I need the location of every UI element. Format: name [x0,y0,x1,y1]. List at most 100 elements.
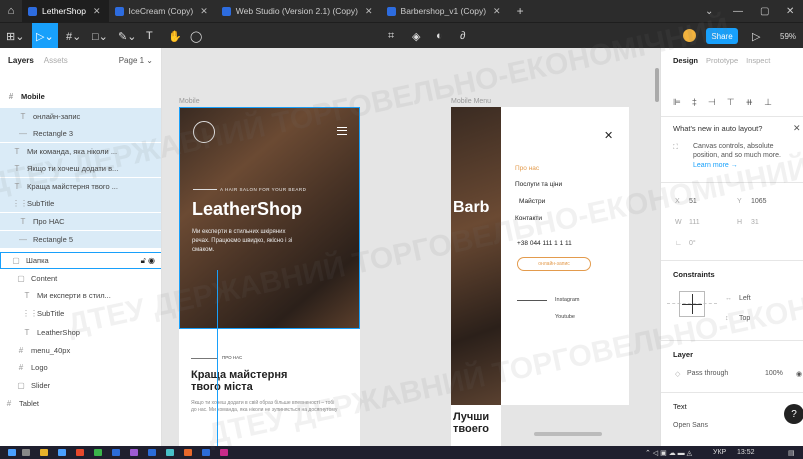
component-icon[interactable]: ⌗ [388,23,394,49]
align-center-icon[interactable]: ‡ [692,97,697,108]
layer-row[interactable]: — Rectangle 3 [0,125,161,142]
new-tab-icon[interactable]: + [509,4,532,18]
tab-layers[interactable]: Layers [8,56,34,65]
clock[interactable]: 13:52 [737,446,755,459]
layer-row[interactable]: T Краща майстерня твого ... [0,178,161,195]
link-icon[interactable]: ∂ [460,23,465,49]
layer-row[interactable]: # menu_40px [0,342,161,359]
figma-icon[interactable] [130,449,138,456]
language-indicator[interactable]: УКР [713,446,726,459]
frame-label[interactable]: Mobile [179,98,200,105]
chrome-icon[interactable] [94,449,102,456]
present-icon[interactable]: ▷ [752,23,760,49]
home-icon[interactable]: ⌂ [0,0,22,22]
section-title[interactable]: Краща майстерня твого міста [191,369,301,393]
align-top-icon[interactable]: ⊤ [727,97,735,108]
close-tab-icon[interactable]: ✕ [93,6,101,17]
mobile-menu-frame[interactable]: Barb ✕ Про нас Послуги та ціни Майстри К… [451,107,629,405]
layer-row[interactable]: ▢ Content [0,270,161,287]
close-tab-icon[interactable]: ✕ [200,6,208,17]
section-text[interactable]: Якщо ти хочеш додати в свій образ більше… [191,400,341,414]
menu-item-services[interactable]: Послуги та ціни [515,181,562,188]
frame-tool-icon[interactable]: #⌄ [66,23,81,49]
frame-label[interactable]: Mobile Menu [451,98,491,105]
app-icon[interactable] [202,449,210,456]
hand-tool-icon[interactable]: ✋ [168,23,182,49]
blend-mode-select[interactable]: Pass through [687,370,728,377]
fill-icon[interactable]: ◐ [436,23,443,49]
social-instagram[interactable]: Instagram [555,297,579,303]
tab-barbershop[interactable]: Barbershop_v1 (Copy) ✕ [381,0,509,22]
vscode-icon[interactable] [112,449,120,456]
text-tool-icon[interactable]: T [146,23,153,49]
layer-row[interactable]: ▢ Slider [0,377,161,394]
hero-text[interactable]: Ми експерти в стильних шкіряних речах. П… [192,228,302,255]
tab-lethershop[interactable]: LetherShop ✕ [22,0,109,22]
maximize-icon[interactable]: ▢ [760,0,769,22]
social-youtube[interactable]: Youtube [555,314,575,320]
layer-row[interactable]: T Ми експерти в стил... [0,287,161,304]
tab-assets[interactable]: Assets [44,56,68,65]
close-window-icon[interactable]: ✕ [786,0,794,22]
shape-tool-icon[interactable]: □⌄ [92,23,108,49]
close-tab-icon[interactable]: ✕ [493,6,501,17]
h-field[interactable]: 31 [751,219,759,226]
font-family-select[interactable]: Open Sans [673,422,708,429]
close-tab-icon[interactable]: ✕ [365,6,373,17]
layer-row[interactable]: Tонлайн-запис [0,108,161,125]
menu-item-contacts[interactable]: Контакти [515,215,542,222]
close-icon[interactable]: ✕ [793,123,801,134]
menu-item-masters[interactable]: Майстри [519,198,545,205]
mobile-frame[interactable]: A HAIR SALON FOR YOUR BEARD LeatherShop … [179,107,360,446]
y-field[interactable]: 1065 [751,198,767,205]
x-field[interactable]: 51 [689,198,697,205]
layer-row[interactable]: — Rectangle 5 [0,231,161,248]
align-middle-icon[interactable]: ⧺ [746,97,754,108]
align-right-icon[interactable]: ⊣ [708,97,716,108]
layer-row[interactable]: ⋮⋮ SubTitle [0,305,161,322]
tab-prototype[interactable]: Prototype [706,56,738,65]
opera-icon[interactable] [76,449,84,456]
constraint-horizontal[interactable]: Left [739,295,751,302]
hero-title[interactable]: LeatherShop [192,199,302,220]
app-icon[interactable] [166,449,174,456]
word-icon[interactable] [148,449,156,456]
layer-row[interactable]: T Якщо ти хочеш додати в... [0,160,161,177]
zoom-level[interactable]: 59% [780,23,796,49]
tab-web-studio[interactable]: Web Studio (Version 2.1) (Copy) ✕ [216,0,381,22]
comment-tool-icon[interactable]: ◯ [190,23,202,49]
app-icon[interactable] [184,449,192,456]
move-tool-icon[interactable]: ▷⌄ [32,23,58,49]
layer-row[interactable]: T Про НАС [0,213,161,230]
w-field[interactable]: 111 [689,219,700,226]
pen-tool-icon[interactable]: ✎⌄ [118,23,136,49]
align-bottom-icon[interactable]: ⊥ [764,97,772,108]
constraint-widget[interactable] [679,291,705,317]
booking-button[interactable]: онлайн-запис [517,257,591,271]
notifications-icon[interactable]: ▤ [788,446,795,459]
system-tray-icons[interactable]: ⌃ ◁ ▣ ☁ ▬ ◬ [645,446,692,459]
eye-icon[interactable]: ◉ [796,370,802,378]
tab-design[interactable]: Design [673,56,698,65]
hero-section[interactable]: A HAIR SALON FOR YOUR BEARD LeatherShop … [179,107,360,329]
avatar[interactable] [683,29,696,42]
share-button[interactable]: Share [706,28,738,44]
layer-row[interactable]: # Logo [0,359,161,376]
phone-number[interactable]: +38 044 111 1 1 11 [517,240,572,247]
constraint-vertical[interactable]: Top [739,315,750,322]
rotation-field[interactable]: 0° [689,240,696,247]
vertical-scrollbar[interactable] [655,68,659,102]
search-icon[interactable] [22,449,30,456]
lock-visibility-icons[interactable]: 🔓︎ ◉ [141,256,155,266]
layer-row[interactable]: T LeatherShop [0,324,161,341]
app-icon[interactable] [220,449,228,456]
windows-start-icon[interactable] [8,449,16,456]
align-left-icon[interactable]: ⊫ [673,97,681,108]
layer-root-frame[interactable]: # Mobile [0,88,161,105]
file-explorer-icon[interactable] [40,449,48,456]
chevron-down-icon[interactable]: ⌄ [705,0,713,22]
close-icon[interactable]: ✕ [604,129,613,142]
page-selector[interactable]: Page 1 ⌄ [119,56,153,65]
canvas[interactable]: Mobile Mobile Menu A HAIR SALON FOR YOUR… [162,48,660,446]
learn-more-link[interactable]: Learn more → [693,162,738,169]
